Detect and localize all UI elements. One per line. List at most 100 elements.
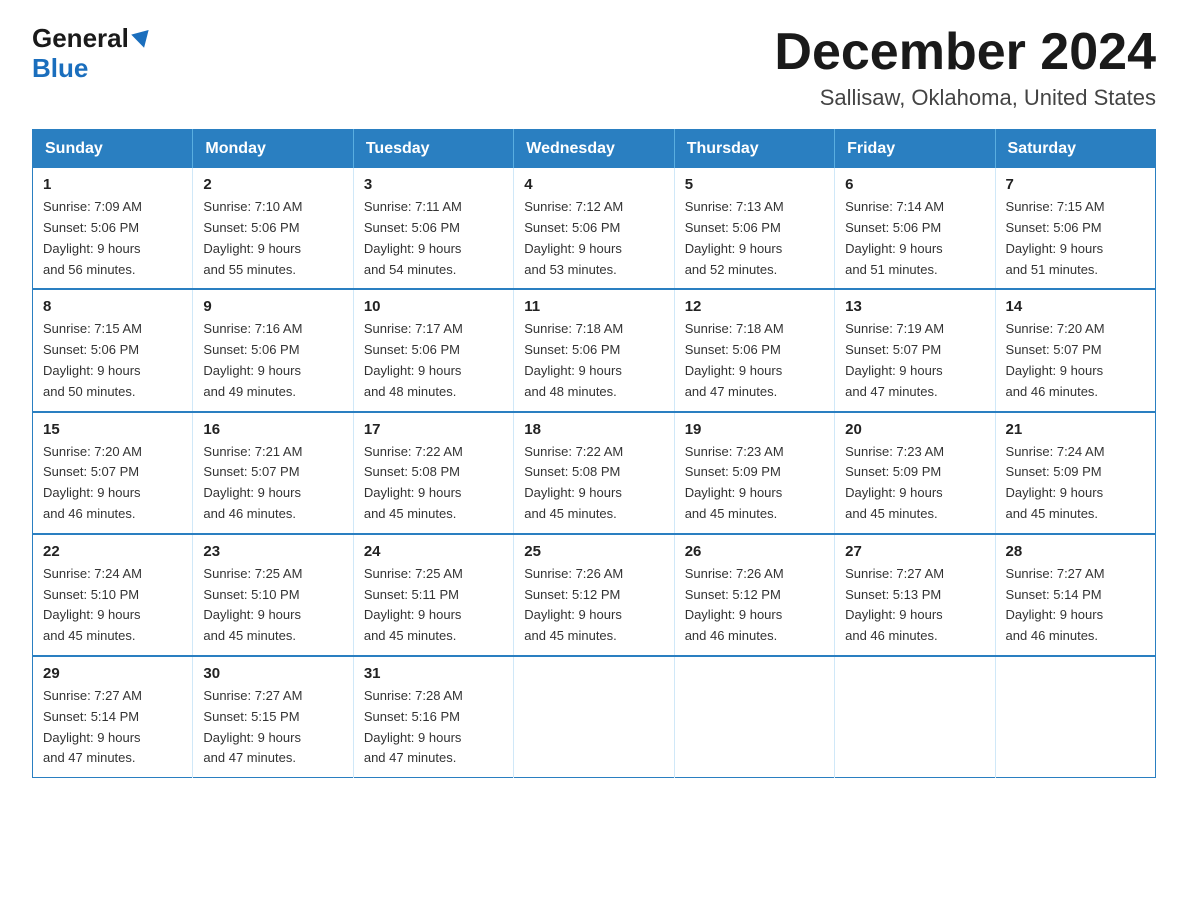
day-info: Sunrise: 7:17 AM Sunset: 5:06 PM Dayligh… bbox=[364, 319, 503, 402]
day-number: 22 bbox=[43, 543, 182, 560]
day-info: Sunrise: 7:13 AM Sunset: 5:06 PM Dayligh… bbox=[685, 197, 824, 280]
calendar-week-row: 15 Sunrise: 7:20 AM Sunset: 5:07 PM Dayl… bbox=[33, 412, 1156, 534]
day-info: Sunrise: 7:18 AM Sunset: 5:06 PM Dayligh… bbox=[524, 319, 663, 402]
day-info: Sunrise: 7:11 AM Sunset: 5:06 PM Dayligh… bbox=[364, 197, 503, 280]
calendar-cell: 5 Sunrise: 7:13 AM Sunset: 5:06 PM Dayli… bbox=[674, 168, 834, 289]
day-number: 28 bbox=[1006, 543, 1145, 560]
calendar-cell: 3 Sunrise: 7:11 AM Sunset: 5:06 PM Dayli… bbox=[353, 168, 513, 289]
day-info: Sunrise: 7:24 AM Sunset: 5:09 PM Dayligh… bbox=[1006, 442, 1145, 525]
day-number: 16 bbox=[203, 421, 342, 438]
day-number: 11 bbox=[524, 298, 663, 315]
weekday-header-thursday: Thursday bbox=[674, 130, 834, 169]
day-number: 1 bbox=[43, 176, 182, 193]
day-number: 6 bbox=[845, 176, 984, 193]
day-number: 18 bbox=[524, 421, 663, 438]
calendar-week-row: 1 Sunrise: 7:09 AM Sunset: 5:06 PM Dayli… bbox=[33, 168, 1156, 289]
day-info: Sunrise: 7:22 AM Sunset: 5:08 PM Dayligh… bbox=[364, 442, 503, 525]
logo: General Blue bbox=[32, 24, 151, 84]
calendar-cell: 10 Sunrise: 7:17 AM Sunset: 5:06 PM Dayl… bbox=[353, 289, 513, 411]
day-info: Sunrise: 7:20 AM Sunset: 5:07 PM Dayligh… bbox=[43, 442, 182, 525]
calendar-cell: 28 Sunrise: 7:27 AM Sunset: 5:14 PM Dayl… bbox=[995, 534, 1155, 656]
calendar-cell: 12 Sunrise: 7:18 AM Sunset: 5:06 PM Dayl… bbox=[674, 289, 834, 411]
calendar-cell: 24 Sunrise: 7:25 AM Sunset: 5:11 PM Dayl… bbox=[353, 534, 513, 656]
weekday-header-wednesday: Wednesday bbox=[514, 130, 674, 169]
calendar-cell bbox=[674, 656, 834, 778]
day-info: Sunrise: 7:14 AM Sunset: 5:06 PM Dayligh… bbox=[845, 197, 984, 280]
day-number: 3 bbox=[364, 176, 503, 193]
month-title: December 2024 bbox=[774, 24, 1156, 81]
calendar-cell: 4 Sunrise: 7:12 AM Sunset: 5:06 PM Dayli… bbox=[514, 168, 674, 289]
day-info: Sunrise: 7:27 AM Sunset: 5:13 PM Dayligh… bbox=[845, 564, 984, 647]
weekday-header-sunday: Sunday bbox=[33, 130, 193, 169]
day-number: 7 bbox=[1006, 176, 1145, 193]
day-info: Sunrise: 7:27 AM Sunset: 5:15 PM Dayligh… bbox=[203, 686, 342, 769]
calendar-cell: 8 Sunrise: 7:15 AM Sunset: 5:06 PM Dayli… bbox=[33, 289, 193, 411]
day-number: 29 bbox=[43, 665, 182, 682]
day-info: Sunrise: 7:23 AM Sunset: 5:09 PM Dayligh… bbox=[845, 442, 984, 525]
day-number: 12 bbox=[685, 298, 824, 315]
calendar-cell: 23 Sunrise: 7:25 AM Sunset: 5:10 PM Dayl… bbox=[193, 534, 353, 656]
weekday-header-tuesday: Tuesday bbox=[353, 130, 513, 169]
day-info: Sunrise: 7:21 AM Sunset: 5:07 PM Dayligh… bbox=[203, 442, 342, 525]
day-number: 20 bbox=[845, 421, 984, 438]
calendar-cell: 1 Sunrise: 7:09 AM Sunset: 5:06 PM Dayli… bbox=[33, 168, 193, 289]
calendar-cell: 6 Sunrise: 7:14 AM Sunset: 5:06 PM Dayli… bbox=[835, 168, 995, 289]
logo-blue: Blue bbox=[32, 53, 88, 84]
day-number: 8 bbox=[43, 298, 182, 315]
day-number: 9 bbox=[203, 298, 342, 315]
day-info: Sunrise: 7:09 AM Sunset: 5:06 PM Dayligh… bbox=[43, 197, 182, 280]
day-info: Sunrise: 7:10 AM Sunset: 5:06 PM Dayligh… bbox=[203, 197, 342, 280]
header: General Blue December 2024 Sallisaw, Okl… bbox=[32, 24, 1156, 111]
day-number: 10 bbox=[364, 298, 503, 315]
day-info: Sunrise: 7:18 AM Sunset: 5:06 PM Dayligh… bbox=[685, 319, 824, 402]
calendar-cell: 2 Sunrise: 7:10 AM Sunset: 5:06 PM Dayli… bbox=[193, 168, 353, 289]
day-number: 24 bbox=[364, 543, 503, 560]
calendar-table: SundayMondayTuesdayWednesdayThursdayFrid… bbox=[32, 129, 1156, 778]
day-info: Sunrise: 7:22 AM Sunset: 5:08 PM Dayligh… bbox=[524, 442, 663, 525]
calendar-week-row: 22 Sunrise: 7:24 AM Sunset: 5:10 PM Dayl… bbox=[33, 534, 1156, 656]
calendar-cell: 16 Sunrise: 7:21 AM Sunset: 5:07 PM Dayl… bbox=[193, 412, 353, 534]
logo-general: General bbox=[32, 24, 129, 53]
day-info: Sunrise: 7:12 AM Sunset: 5:06 PM Dayligh… bbox=[524, 197, 663, 280]
weekday-header-monday: Monday bbox=[193, 130, 353, 169]
day-number: 13 bbox=[845, 298, 984, 315]
calendar-cell: 22 Sunrise: 7:24 AM Sunset: 5:10 PM Dayl… bbox=[33, 534, 193, 656]
day-info: Sunrise: 7:20 AM Sunset: 5:07 PM Dayligh… bbox=[1006, 319, 1145, 402]
calendar-cell: 26 Sunrise: 7:26 AM Sunset: 5:12 PM Dayl… bbox=[674, 534, 834, 656]
day-number: 14 bbox=[1006, 298, 1145, 315]
calendar-week-row: 29 Sunrise: 7:27 AM Sunset: 5:14 PM Dayl… bbox=[33, 656, 1156, 778]
day-number: 17 bbox=[364, 421, 503, 438]
calendar-cell: 18 Sunrise: 7:22 AM Sunset: 5:08 PM Dayl… bbox=[514, 412, 674, 534]
day-number: 30 bbox=[203, 665, 342, 682]
calendar-cell bbox=[995, 656, 1155, 778]
day-number: 21 bbox=[1006, 421, 1145, 438]
weekday-header-saturday: Saturday bbox=[995, 130, 1155, 169]
day-info: Sunrise: 7:27 AM Sunset: 5:14 PM Dayligh… bbox=[1006, 564, 1145, 647]
day-number: 4 bbox=[524, 176, 663, 193]
day-number: 15 bbox=[43, 421, 182, 438]
calendar-cell: 15 Sunrise: 7:20 AM Sunset: 5:07 PM Dayl… bbox=[33, 412, 193, 534]
day-info: Sunrise: 7:25 AM Sunset: 5:11 PM Dayligh… bbox=[364, 564, 503, 647]
day-number: 27 bbox=[845, 543, 984, 560]
title-area: December 2024 Sallisaw, Oklahoma, United… bbox=[774, 24, 1156, 111]
calendar-cell: 11 Sunrise: 7:18 AM Sunset: 5:06 PM Dayl… bbox=[514, 289, 674, 411]
calendar-cell: 14 Sunrise: 7:20 AM Sunset: 5:07 PM Dayl… bbox=[995, 289, 1155, 411]
day-info: Sunrise: 7:26 AM Sunset: 5:12 PM Dayligh… bbox=[685, 564, 824, 647]
calendar-cell: 29 Sunrise: 7:27 AM Sunset: 5:14 PM Dayl… bbox=[33, 656, 193, 778]
day-number: 26 bbox=[685, 543, 824, 560]
calendar-cell: 27 Sunrise: 7:27 AM Sunset: 5:13 PM Dayl… bbox=[835, 534, 995, 656]
calendar-cell: 20 Sunrise: 7:23 AM Sunset: 5:09 PM Dayl… bbox=[835, 412, 995, 534]
day-number: 31 bbox=[364, 665, 503, 682]
day-info: Sunrise: 7:24 AM Sunset: 5:10 PM Dayligh… bbox=[43, 564, 182, 647]
day-info: Sunrise: 7:23 AM Sunset: 5:09 PM Dayligh… bbox=[685, 442, 824, 525]
calendar-week-row: 8 Sunrise: 7:15 AM Sunset: 5:06 PM Dayli… bbox=[33, 289, 1156, 411]
day-number: 5 bbox=[685, 176, 824, 193]
day-info: Sunrise: 7:26 AM Sunset: 5:12 PM Dayligh… bbox=[524, 564, 663, 647]
day-number: 23 bbox=[203, 543, 342, 560]
day-info: Sunrise: 7:28 AM Sunset: 5:16 PM Dayligh… bbox=[364, 686, 503, 769]
day-info: Sunrise: 7:16 AM Sunset: 5:06 PM Dayligh… bbox=[203, 319, 342, 402]
calendar-cell: 30 Sunrise: 7:27 AM Sunset: 5:15 PM Dayl… bbox=[193, 656, 353, 778]
calendar-cell bbox=[835, 656, 995, 778]
calendar-cell: 17 Sunrise: 7:22 AM Sunset: 5:08 PM Dayl… bbox=[353, 412, 513, 534]
day-info: Sunrise: 7:15 AM Sunset: 5:06 PM Dayligh… bbox=[1006, 197, 1145, 280]
